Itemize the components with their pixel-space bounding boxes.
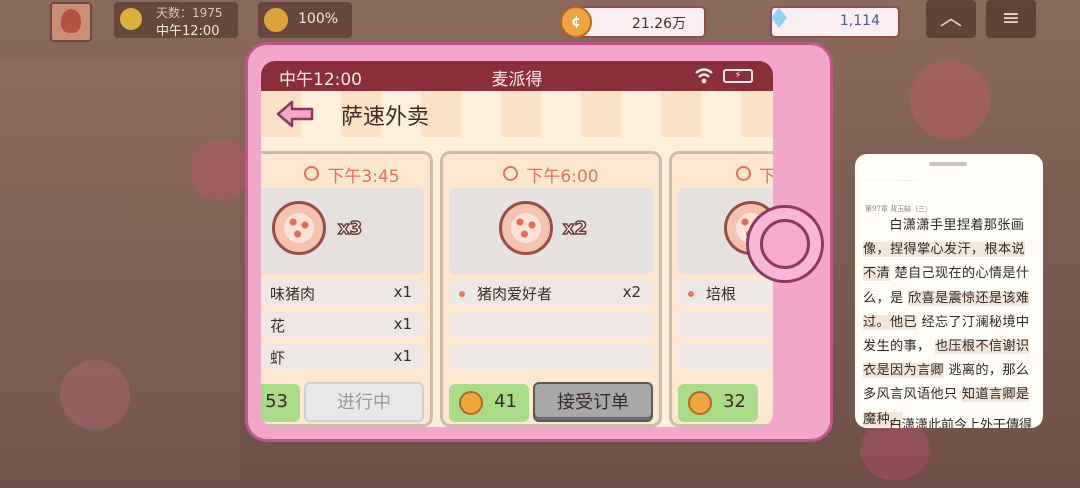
coin-icon (459, 391, 483, 415)
menu-button[interactable]: ≡ (986, 0, 1036, 38)
topping-row: 虾 x1 (261, 344, 424, 370)
top-hud: 天数：1975 中午12:00 100% ¢ 21.26万 ♦ 1,114 ︿ … (0, 0, 1080, 42)
bullet-icon (688, 291, 694, 297)
smiley-icon (264, 8, 288, 32)
reward-price: 32 (678, 384, 758, 422)
topping-row: 味猪肉 x1 (261, 280, 424, 306)
phone-home-button[interactable] (746, 205, 824, 283)
empty-topping-row (449, 312, 653, 338)
topping-row: 猪肉爱好者 x2 (449, 280, 653, 306)
clock-icon (304, 166, 320, 181)
bullet-icon (459, 291, 465, 297)
order-time: 下 (672, 162, 773, 187)
app-header: 萨速外卖 (261, 91, 773, 137)
sun-icon (120, 8, 142, 30)
chevron-up-icon: ︿ (939, 6, 962, 31)
order-card: 下 培根 32 (669, 151, 773, 427)
player-avatar[interactable] (50, 2, 92, 42)
phone-status-bar: 中午12:00 麦派得 ⚡ (261, 61, 773, 91)
battery-icon: ⚡ (723, 69, 753, 83)
topping-row: 花 x1 (261, 312, 424, 338)
back-arrow-icon[interactable] (275, 99, 315, 129)
accept-order-button[interactable]: 接受订单 (533, 382, 653, 422)
gem-balance: ♦ 1,114 (766, 4, 900, 38)
order-card: 下午3:45 x3 味猪肉 x1 花 x1 虾 x1 53 进行中 (261, 151, 433, 427)
pizza-area: x2 (449, 188, 653, 274)
collapse-button[interactable]: ︿ (926, 0, 976, 38)
background-flower (860, 420, 930, 480)
reward-price: 53 (261, 384, 300, 422)
satisfaction-panel: 100% (258, 2, 352, 38)
reader-line: 白潇潇手里捏着那张画 (889, 218, 1025, 233)
empty-topping-row (449, 344, 653, 370)
gem-value: 1,114 (839, 13, 880, 29)
wifi-icon (695, 68, 713, 84)
satisfaction-value: 100% (298, 11, 339, 27)
order-time: 下午3:45 (261, 162, 430, 187)
empty-topping-row (678, 344, 773, 370)
coin-icon: ¢ (560, 6, 592, 38)
in-progress-button[interactable]: 进行中 (304, 382, 424, 422)
home-button-inner (760, 219, 810, 269)
app-title: 萨速外卖 (341, 105, 430, 130)
hamburger-icon: ≡ (1001, 6, 1021, 31)
chapter-title: 第97章 背玉缺（三） (865, 205, 933, 213)
empty-topping-row (678, 312, 773, 338)
reader-overlay[interactable]: · · · · · · · · · · · · · · · · 第97章 背玉缺… (855, 154, 1043, 428)
phone-device: 中午12:00 麦派得 ⚡ 萨速外卖 下午3:45 x3 味猪肉 x1 花 x1… (245, 42, 833, 442)
background-flower (910, 60, 990, 140)
pizza-quantity: x2 (562, 217, 588, 240)
order-card: 下午6:00 x2 猪肉爱好者 x2 41 接受订单 (440, 151, 662, 427)
drag-handle[interactable] (929, 162, 967, 166)
clock-time: 中午12:00 (156, 24, 220, 39)
diamond-icon: ♦ (766, 2, 792, 35)
pizza-icon (499, 201, 553, 255)
clock-icon (503, 166, 519, 181)
clock-icon (736, 166, 751, 181)
reader-meta: · · · · · · · · · · · · · · · · (865, 178, 925, 185)
reward-price: 41 (449, 384, 529, 422)
coin-value: 21.26万 (631, 16, 686, 32)
reader-paragraph: 白潇潇手里捏着那张画 像，捏得掌心发汗，根本说不清 楚自己现在的心情是什么，是 … (863, 214, 1035, 428)
pizza-icon (272, 201, 326, 255)
coin-icon (688, 391, 712, 415)
coin-balance: ¢ 21.26万 (560, 6, 706, 38)
phone-screen: 中午12:00 麦派得 ⚡ 萨速外卖 下午3:45 x3 味猪肉 x1 花 x1… (261, 61, 773, 427)
day-time-panel: 天数：1975 中午12:00 (114, 2, 238, 39)
pizza-area: x3 (261, 188, 424, 274)
reader-next-line: 白潇潇此前今上外干傳得 (889, 418, 1033, 428)
order-time: 下午6:00 (443, 162, 659, 187)
pizza-quantity: x3 (337, 217, 363, 240)
topping-row: 培根 (678, 280, 773, 306)
background-flower (60, 360, 130, 430)
day-counter: 天数：1975 (156, 6, 223, 20)
background-flower (190, 140, 250, 200)
